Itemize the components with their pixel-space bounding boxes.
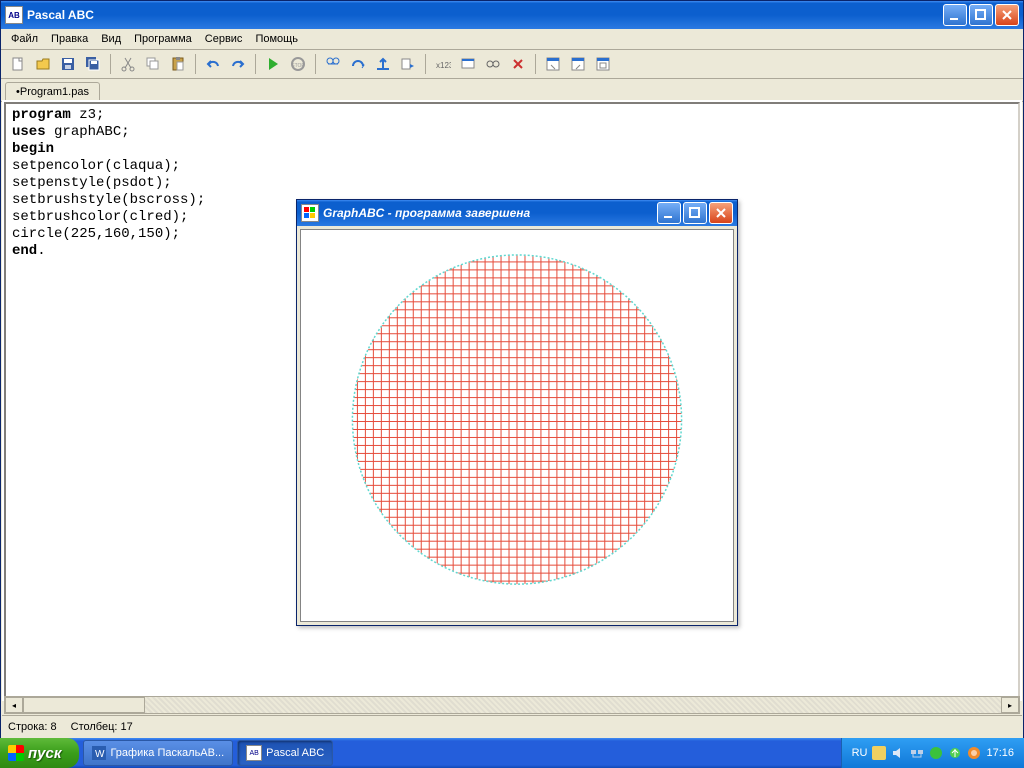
tab-program1[interactable]: •Program1.pas [5,82,100,102]
window-cascade-button[interactable] [567,53,589,75]
code-line: uses [12,124,46,140]
tray-app-icon[interactable] [967,746,981,760]
undo-button[interactable] [202,53,224,75]
watch-button[interactable] [482,53,504,75]
open-file-button[interactable] [32,53,54,75]
menu-view[interactable]: Вид [95,31,127,47]
tray-shield-icon[interactable] [872,746,886,760]
pascalabc-icon: AB [246,745,262,761]
code-line: circle(225,160,150); [12,226,180,242]
step-out-button[interactable] [372,53,394,75]
minimize-button[interactable] [943,4,967,26]
new-file-button[interactable] [7,53,29,75]
menu-bar: Файл Правка Вид Программа Сервис Помощь [1,29,1023,50]
graphabc-window[interactable]: GraphABC - программа завершена [296,199,738,626]
main-window-title: Pascal ABC [27,8,943,22]
tab-strip: •Program1.pas [1,79,1023,102]
scroll-left-button[interactable]: ◂ [5,697,23,713]
code-line: setpenstyle(psdot); [12,175,172,191]
run-to-cursor-button[interactable] [397,53,419,75]
status-line: Строка: 8 [8,721,57,733]
graphabc-canvas [300,229,734,622]
main-titlebar[interactable]: AB Pascal ABC [1,1,1023,29]
toolbar-separator [535,54,536,74]
toolbar: STOP x123 [1,50,1023,79]
close-button[interactable] [995,4,1019,26]
tray-clock[interactable]: 17:16 [986,747,1014,759]
system-tray: RU 17:16 [841,738,1024,768]
toolbar-separator [195,54,196,74]
code-line: graphABC; [46,124,130,140]
delete-button[interactable] [507,53,529,75]
child-window-title: GraphABC - программа завершена [323,206,657,220]
word-icon: W [92,746,106,760]
status-col: Столбец: 17 [71,721,133,733]
child-titlebar[interactable]: GraphABC - программа завершена [297,200,737,226]
copy-button[interactable] [142,53,164,75]
taskbar-item-label: Pascal ABC [266,747,324,759]
save-all-button[interactable] [82,53,104,75]
code-line: setbrushcolor(clred); [12,209,188,225]
taskbar-item-pascalabc[interactable]: AB Pascal ABC [237,740,333,766]
scroll-thumb[interactable] [23,697,145,713]
taskbar-item-label: Графика ПаскальАВ... [110,747,224,759]
scroll-track[interactable] [23,697,1001,713]
language-indicator[interactable]: RU [852,747,868,759]
toolbar-separator [255,54,256,74]
graphabc-icon [301,204,319,222]
taskbar: пуск W Графика ПаскальАВ... AB Pascal AB… [0,738,1024,768]
toolbar-separator [315,54,316,74]
toolbar-separator [110,54,111,74]
start-label: пуск [28,745,61,762]
code-line: setpencolor(claqua); [12,158,180,174]
horizontal-scrollbar[interactable]: ◂ ▸ [4,696,1020,714]
cut-button[interactable] [117,53,139,75]
run-button[interactable] [262,53,284,75]
step-over-button[interactable] [347,53,369,75]
code-line: setbrushstyle(bscross); [12,192,205,208]
svg-text:x123: x123 [436,61,451,70]
scroll-right-button[interactable]: ▸ [1001,697,1019,713]
redo-button[interactable] [227,53,249,75]
code-line: . [37,243,45,259]
windows-logo-icon [8,745,24,761]
tray-sound-icon[interactable] [891,746,905,760]
svg-text:W: W [95,749,105,760]
output-button[interactable] [457,53,479,75]
code-line: program [12,107,71,123]
maximize-button[interactable] [969,4,993,26]
toolbar-separator [425,54,426,74]
menu-file[interactable]: Файл [5,31,44,47]
tray-usb-icon[interactable] [948,746,962,760]
child-maximize-button[interactable] [683,202,707,224]
app-icon: AB [5,6,23,24]
variables-button[interactable]: x123 [432,53,454,75]
status-bar: Строка: 8 Столбец: 17 [2,715,1022,738]
taskbar-item-word[interactable]: W Графика ПаскальАВ... [83,740,233,766]
menu-program[interactable]: Программа [128,31,198,47]
child-close-button[interactable] [709,202,733,224]
code-line: begin [12,141,54,157]
paste-button[interactable] [167,53,189,75]
child-minimize-button[interactable] [657,202,681,224]
stop-button[interactable]: STOP [287,53,309,75]
menu-help[interactable]: Помощь [249,31,304,47]
menu-edit[interactable]: Правка [45,31,94,47]
window-tile-button[interactable] [542,53,564,75]
tray-network-icon[interactable] [910,746,924,760]
svg-text:STOP: STOP [291,63,305,69]
code-line: z3; [71,107,105,123]
start-button[interactable]: пуск [0,738,79,768]
step-into-button[interactable] [322,53,344,75]
code-line: end [12,243,37,259]
window-arrange-button[interactable] [592,53,614,75]
tray-antivirus-icon[interactable] [929,746,943,760]
circle-drawing [301,230,733,621]
save-button[interactable] [57,53,79,75]
menu-service[interactable]: Сервис [199,31,249,47]
